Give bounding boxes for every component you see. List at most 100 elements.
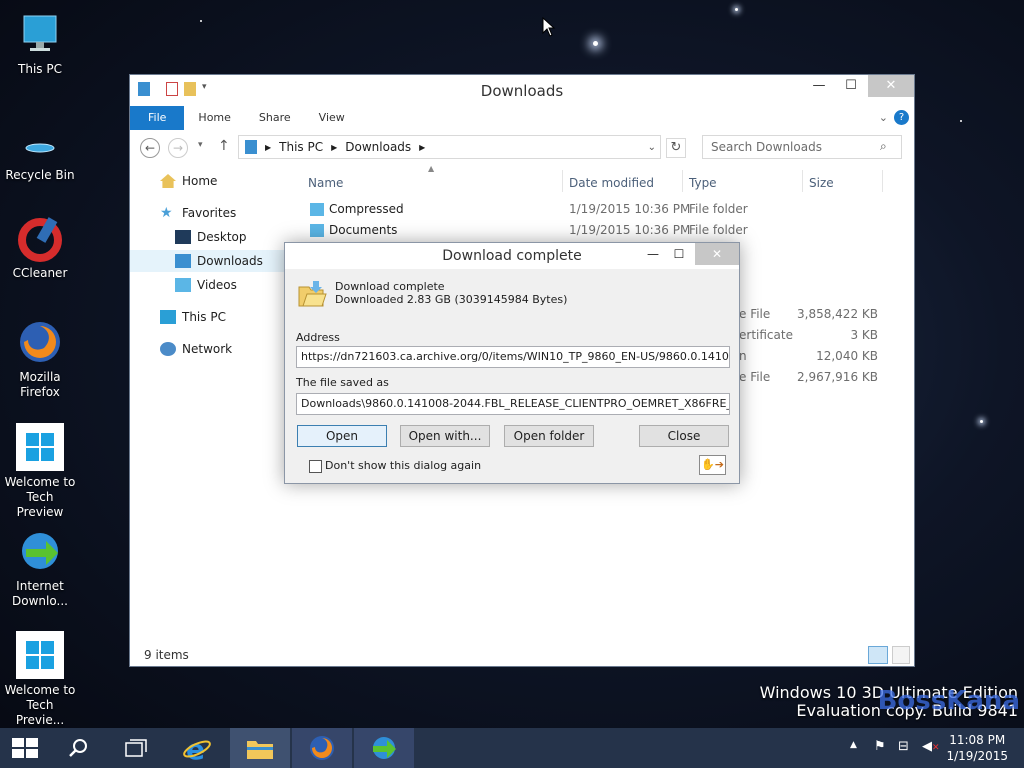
- file-size: 2,967,916 KB: [797, 370, 878, 384]
- column-header-date[interactable]: Date modified: [569, 170, 654, 196]
- show-hidden-icons-icon[interactable]: ▲: [850, 740, 857, 750]
- desktop-icon-welcome-tech-preview[interactable]: Welcome to Tech Preview: [0, 423, 80, 520]
- minimize-button[interactable]: —: [804, 75, 834, 97]
- explorer-titlebar[interactable]: ▾ Downloads — ☐ ✕: [130, 75, 914, 105]
- downloads-folder-icon: [175, 254, 191, 268]
- nav-item-home[interactable]: Home: [130, 170, 288, 192]
- file-date: 1/19/2015 10:36 PM: [569, 223, 691, 237]
- file-explorer-button[interactable]: [230, 728, 290, 768]
- nav-label: Network: [182, 342, 233, 356]
- file-size: 12,040 KB: [816, 349, 878, 363]
- action-center-icon[interactable]: ⚑: [874, 739, 886, 754]
- desktop-icon-this-pc[interactable]: This PC: [0, 10, 80, 77]
- desktop-icon-welcome-tech-preview-2[interactable]: Welcome to Tech Previe...: [0, 631, 80, 728]
- desktop-icon-label: Internet Downlo...: [12, 579, 68, 608]
- ribbon-tabs: File Home Share View ⌄ ?: [130, 106, 914, 130]
- expand-ribbon-icon[interactable]: ⌄: [879, 111, 888, 124]
- tab-file[interactable]: File: [130, 106, 185, 130]
- nav-item-this-pc[interactable]: This PC: [130, 306, 288, 328]
- up-button[interactable]: ↑: [218, 138, 230, 154]
- ccleaner-icon: [16, 214, 64, 262]
- firefox-icon: [16, 318, 64, 366]
- open-folder-button[interactable]: Open folder: [504, 425, 594, 447]
- details-view-button[interactable]: [868, 646, 888, 664]
- internet-download-manager-button[interactable]: [354, 728, 414, 768]
- forward-button[interactable]: →: [168, 138, 188, 158]
- file-name: Compressed: [329, 202, 404, 216]
- breadcrumb-separator: ▶: [419, 142, 426, 152]
- dont-show-label[interactable]: Don't show this dialog again: [325, 459, 481, 472]
- star: [980, 420, 983, 423]
- column-separator: [882, 170, 883, 192]
- computer-icon: [16, 10, 64, 58]
- nav-label: Desktop: [197, 230, 247, 244]
- search-icon: ⌕: [880, 139, 887, 153]
- dont-show-checkbox[interactable]: [309, 460, 322, 473]
- search-button[interactable]: [52, 728, 104, 768]
- address-label: Address: [296, 331, 340, 344]
- desktop-icon-ccleaner[interactable]: CCleaner: [0, 214, 80, 281]
- desktop-icon-firefox[interactable]: Mozilla Firefox: [0, 318, 80, 400]
- address-dropdown-icon[interactable]: ⌄: [648, 142, 656, 153]
- download-complete-dialog[interactable]: Download complete — ☐ ✕ Download complet…: [284, 242, 740, 484]
- column-header-type[interactable]: Type: [689, 170, 717, 196]
- saved-as-field[interactable]: Downloads\9860.0.141008-2044.FBL_RELEASE…: [296, 393, 730, 415]
- address-field[interactable]: https://dn721603.ca.archive.org/0/items/…: [296, 346, 730, 368]
- dialog-maximize-button[interactable]: ☐: [669, 243, 689, 265]
- dialog-titlebar[interactable]: Download complete — ☐ ✕: [285, 243, 739, 269]
- nav-item-downloads[interactable]: Downloads: [130, 250, 288, 272]
- this-pc-icon: [245, 140, 257, 154]
- nav-item-desktop[interactable]: Desktop: [130, 226, 288, 248]
- large-icons-view-button[interactable]: [892, 646, 910, 664]
- column-header-size[interactable]: Size: [809, 170, 834, 196]
- dialog-close-button[interactable]: ✕: [695, 243, 739, 265]
- nav-item-videos[interactable]: Videos: [130, 274, 288, 296]
- taskbar-clock[interactable]: 11:08 PM 1/19/2015: [946, 732, 1008, 764]
- dialog-minimize-button[interactable]: —: [643, 243, 663, 265]
- tab-view[interactable]: View: [305, 106, 359, 130]
- task-view-button[interactable]: [110, 728, 162, 768]
- column-separator: [562, 170, 563, 192]
- tab-home[interactable]: Home: [184, 106, 244, 130]
- search-input[interactable]: Search Downloads: [702, 135, 902, 159]
- tab-share[interactable]: Share: [245, 106, 305, 130]
- firefox-button[interactable]: [292, 728, 352, 768]
- breadcrumb-separator: ▶: [265, 142, 272, 152]
- volume-muted-icon[interactable]: ◀✕: [922, 739, 940, 754]
- address-bar[interactable]: ▶ This PC ▶ Downloads ▶ ⌄: [238, 135, 661, 159]
- nav-item-network[interactable]: Network: [130, 338, 288, 360]
- nav-label: Favorites: [182, 206, 237, 220]
- open-button[interactable]: Open: [297, 425, 387, 447]
- download-size: Downloaded 2.83 GB (3039145984 Bytes): [335, 293, 568, 306]
- open-with-button[interactable]: Open with...: [400, 425, 490, 447]
- refresh-button[interactable]: ↻: [666, 138, 686, 158]
- close-dialog-button[interactable]: Close: [639, 425, 729, 447]
- desktop-icon-label: Welcome to Tech Previe...: [4, 683, 76, 727]
- nav-item-favorites[interactable]: ★ Favorites: [130, 202, 288, 224]
- table-row[interactable]: Documents 1/19/2015 10:36 PM File folder: [308, 220, 908, 241]
- desktop-icon-recycle-bin[interactable]: Recycle Bin: [0, 124, 80, 183]
- internet-explorer-button[interactable]: e: [168, 728, 226, 768]
- mouse-cursor-icon: [542, 17, 556, 37]
- internet-download-manager-icon: [373, 737, 396, 759]
- close-button[interactable]: ✕: [868, 75, 914, 97]
- network-icon: [160, 342, 176, 356]
- desktop-icon-internet-download-manager[interactable]: Internet Downlo...: [0, 527, 80, 609]
- start-button[interactable]: [0, 728, 52, 768]
- network-status-icon[interactable]: ⊟: [898, 739, 909, 754]
- file-type: File folder: [689, 202, 748, 216]
- breadcrumb-downloads[interactable]: Downloads: [345, 140, 411, 154]
- idm-integration-icon[interactable]: ✋➔: [699, 455, 726, 475]
- back-button[interactable]: ←: [140, 138, 160, 158]
- maximize-button[interactable]: ☐: [836, 75, 866, 97]
- breadcrumb-this-pc[interactable]: This PC: [279, 140, 323, 154]
- column-header-name[interactable]: Name: [308, 170, 343, 196]
- table-row[interactable]: Compressed 1/19/2015 10:36 PM File folde…: [308, 199, 908, 220]
- internet-explorer-icon: e: [183, 734, 211, 762]
- clock-time: 11:08 PM: [949, 733, 1006, 747]
- recent-locations-icon[interactable]: ▾: [198, 140, 203, 150]
- desktop-icon-label: This PC: [18, 62, 62, 76]
- star: [200, 20, 202, 22]
- help-icon[interactable]: ?: [894, 110, 909, 125]
- computer-icon: [160, 310, 176, 324]
